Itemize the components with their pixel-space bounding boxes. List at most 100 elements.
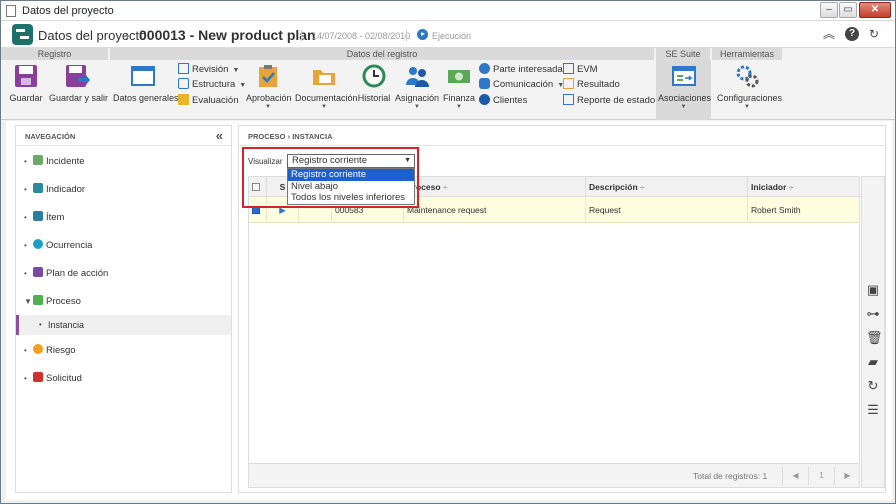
- list-icon[interactable]: ☰: [866, 403, 880, 417]
- group-se-suite: SE Suite: [656, 48, 711, 60]
- assignment-button[interactable]: Asignación ▼: [395, 63, 439, 110]
- save-icon: [13, 63, 39, 89]
- clients-label: Clientes: [493, 95, 528, 106]
- sort-icon: ÷: [788, 182, 794, 192]
- hierarchy-icon[interactable]: ⊶: [866, 307, 880, 321]
- communication-menu[interactable]: Comunicación ▼: [479, 78, 564, 91]
- settings-label: Configuraciones: [717, 93, 783, 103]
- result-label: Resultado: [577, 79, 620, 90]
- delete-icon[interactable]: 🗑: [866, 331, 883, 345]
- nav-item-instancia[interactable]: • Instancia: [16, 315, 231, 335]
- nav-item-incidente[interactable]: • Incidente: [16, 148, 231, 176]
- play-icon: [417, 29, 428, 40]
- approval-label: Aprobación: [246, 93, 292, 103]
- communication-label: Comunicación: [493, 79, 554, 90]
- expanded-arrow-icon: ▼: [24, 297, 32, 306]
- nav-item-label: Ítem: [46, 212, 65, 223]
- evm-button[interactable]: EVM: [563, 63, 598, 76]
- nav-item-label: Incidente: [46, 156, 85, 167]
- clock-icon: [361, 63, 387, 89]
- next-page-button[interactable]: ▶: [834, 467, 860, 485]
- view-icon[interactable]: ▣: [866, 283, 880, 297]
- clients-button[interactable]: Clientes: [479, 94, 527, 107]
- evaluation-button[interactable]: Evaluación: [178, 94, 238, 107]
- status-report-label: Reporte de estado: [577, 95, 656, 106]
- group-herramientas: Herramientas: [712, 48, 783, 60]
- bullet: •: [24, 241, 27, 250]
- bullet: •: [39, 320, 42, 329]
- column-description[interactable]: Descripción ÷: [586, 177, 748, 197]
- approval-button[interactable]: Aprobación ▼: [246, 63, 292, 110]
- history-button[interactable]: Historial: [357, 63, 391, 103]
- row-process: Maintenance request: [404, 197, 586, 223]
- record-title: 000013 - New product plan: [139, 27, 316, 43]
- stakeholder-icon: [479, 63, 490, 74]
- column-process[interactable]: Proceso ÷: [404, 177, 586, 197]
- bullet: •: [24, 374, 27, 383]
- finance-button[interactable]: Finanza ▼: [442, 63, 476, 110]
- column-label: Iniciador: [751, 182, 787, 192]
- maximize-button[interactable]: ▭: [839, 2, 857, 18]
- app-window: Datos del proyecto – ▭ ✕ Datos del proye…: [0, 0, 896, 504]
- nav-item-proceso[interactable]: ▼ Proceso: [16, 288, 231, 316]
- clients-icon: [479, 94, 490, 105]
- separator: [301, 30, 302, 41]
- gear-icon: [734, 63, 760, 89]
- open-folder-icon[interactable]: ▰: [866, 355, 880, 369]
- close-button[interactable]: ✕: [859, 2, 891, 18]
- navigation-header: NAVEGACIÓN «: [16, 126, 231, 146]
- record-header: Datos del proyecto › 000013 - New produc…: [1, 21, 895, 48]
- save-exit-icon: [64, 63, 90, 89]
- chevron-down-icon: ▼: [321, 104, 327, 110]
- settings-button[interactable]: Configuraciones ▼: [717, 63, 782, 110]
- nav-item-riesgo[interactable]: • Riesgo: [16, 337, 231, 365]
- collapse-icon[interactable]: ︽: [822, 27, 836, 41]
- structure-menu[interactable]: Estructura ▼: [178, 78, 246, 91]
- result-button[interactable]: Resultado: [563, 78, 620, 91]
- navigation-title: NAVEGACIÓN: [25, 132, 76, 141]
- total-records: Total de registros: 1: [693, 471, 768, 481]
- general-data-button[interactable]: Datos generales: [113, 63, 179, 103]
- nav-item-ocurrencia[interactable]: • Ocurrencia: [16, 232, 231, 260]
- minimize-button[interactable]: –: [820, 2, 838, 18]
- nav-item-solicitud[interactable]: • Solicitud: [16, 365, 231, 393]
- breadcrumb-process[interactable]: PROCESO: [248, 132, 286, 141]
- folder-icon: [311, 63, 337, 89]
- result-icon: [563, 78, 574, 89]
- report-icon: [563, 94, 574, 105]
- communication-icon: [479, 78, 490, 89]
- nav-item-indicador[interactable]: • Indicador: [16, 176, 231, 204]
- assignment-label: Asignación: [395, 93, 440, 103]
- page-number: 1: [808, 467, 834, 485]
- revision-icon: [178, 63, 189, 74]
- documentation-label: Documentación: [295, 93, 358, 103]
- nav-item-label: Ocurrencia: [46, 240, 93, 251]
- nav-item-plan-de-accion[interactable]: • Plan de acción: [16, 260, 231, 288]
- title-bar: Datos del proyecto – ▭ ✕: [1, 1, 895, 21]
- column-initiator[interactable]: Iniciador ÷: [748, 177, 859, 197]
- status-label: Ejecución: [432, 31, 472, 41]
- associations-label: Asociaciones: [658, 93, 712, 103]
- save-button[interactable]: Guardar: [9, 63, 43, 103]
- collapse-panel-icon[interactable]: «: [216, 128, 223, 143]
- navigation-panel: NAVEGACIÓN « • Incidente • Indicador • Í…: [15, 125, 232, 493]
- chevron-right-icon: ›: [125, 28, 130, 43]
- save-and-exit-button[interactable]: Guardar y salir: [49, 63, 108, 103]
- bullet: •: [24, 346, 27, 355]
- document-icon: [6, 5, 16, 17]
- stakeholder-button[interactable]: Parte interesada: [479, 63, 563, 76]
- instances-table: S Proceso ÷ Descripción ÷ Iniciador ÷ ▶ …: [248, 176, 860, 488]
- sort-icon: ÷: [442, 182, 448, 192]
- column-label: Descripción: [589, 182, 638, 192]
- revision-menu[interactable]: Revisión ▼: [178, 63, 239, 76]
- documentation-button[interactable]: Documentación ▼: [295, 63, 358, 110]
- chevron-down-icon: ▼: [265, 104, 271, 110]
- associations-button[interactable]: Asociaciones ▼: [658, 63, 712, 110]
- status-report-button[interactable]: Reporte de estado: [563, 94, 655, 107]
- refresh-icon[interactable]: ↻: [866, 379, 880, 393]
- prev-page-button[interactable]: ◀: [782, 467, 808, 485]
- incident-icon: [33, 155, 43, 165]
- refresh-icon[interactable]: ↻: [867, 27, 881, 41]
- help-icon[interactable]: ?: [845, 27, 859, 41]
- nav-item-item[interactable]: • Ítem: [16, 204, 231, 232]
